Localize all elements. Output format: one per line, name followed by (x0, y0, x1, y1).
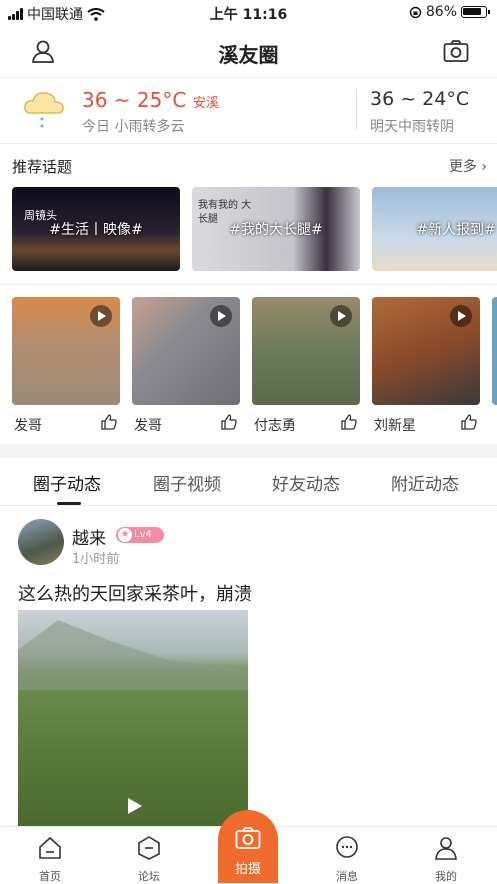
status-bar: 中国联通 上午 11:16 86% (0, 0, 497, 26)
tab-home[interactable]: 首页 (20, 833, 80, 884)
video-thumbnail[interactable] (132, 297, 240, 405)
weather-divider (356, 90, 357, 130)
play-icon[interactable] (450, 305, 472, 327)
tab-messages[interactable]: 消息 (317, 833, 377, 884)
thumbs-up-icon[interactable] (340, 413, 358, 431)
tab-nearby-updates[interactable]: 附近动态 (391, 470, 459, 495)
play-icon[interactable] (330, 305, 352, 327)
video-author: 发哥 (14, 418, 42, 434)
video-thumbnail[interactable] (372, 297, 480, 405)
section-divider (0, 444, 497, 458)
topic-label: #生活丨映像# (49, 222, 143, 238)
topic-card[interactable]: 我有我的 大长腿 #我的大长腿# (192, 187, 360, 271)
topic-card[interactable]: 周镜头 #生活丨映像# (12, 187, 180, 271)
tab-forum[interactable]: 论坛 (119, 833, 179, 884)
video-author: 刘新星 (374, 418, 416, 434)
avatar[interactable] (18, 519, 64, 565)
topic-label: #我的大长腿# (229, 222, 323, 238)
tomorrow-temperature: 36 ~ 24°C (370, 88, 470, 110)
play-icon[interactable] (210, 305, 232, 327)
tab-friend-updates[interactable]: 好友动态 (272, 470, 340, 495)
tab-mine[interactable]: 我的 (416, 833, 476, 884)
video-card[interactable] (492, 297, 497, 405)
camera-icon (235, 827, 261, 849)
more-label: 更多 (448, 159, 477, 175)
post-text: 这么热的天回家采茶叶，崩溃 (18, 584, 252, 605)
short-video-strip[interactable]: 发哥 发哥 付志勇 刘新星 (0, 284, 497, 444)
tab-messages-label: 消息 (336, 870, 358, 883)
video-card[interactable]: 发哥 (12, 297, 120, 434)
video-author: 发哥 (134, 418, 162, 434)
today-forecast: 今日 小雨转多云 (82, 119, 185, 135)
thumbs-up-icon[interactable] (460, 413, 478, 431)
star-icon: ★ (118, 528, 132, 542)
tab-forum-label: 论坛 (138, 870, 160, 883)
camera-icon[interactable] (443, 39, 469, 63)
topic-carousel[interactable]: 周镜头 #生活丨映像# 我有我的 大长腿 #我的大长腿# #新人报到# (12, 187, 497, 271)
top-nav: 溪友圈 (0, 26, 497, 78)
recommended-topics-header: 推荐话题 更多 › (0, 152, 497, 178)
rain-cloud-icon (24, 92, 64, 128)
shoot-button[interactable]: 拍摄 (218, 810, 278, 883)
tab-mine-label: 我的 (435, 870, 457, 883)
level-badge: ★ Lv4 (116, 527, 164, 543)
topic-label: #新人报到# (416, 222, 496, 238)
post-time: 1小时前 (72, 552, 120, 567)
today-temperature: 36 ~ 25°C (82, 88, 187, 112)
video-thumbnail[interactable] (12, 297, 120, 405)
chevron-right-icon: › (481, 159, 487, 175)
weather-panel[interactable]: 36 ~ 25°C 安溪 今日 小雨转多云 36 ~ 24°C 明天中雨转阴 (0, 78, 497, 144)
tab-circle-updates[interactable]: 圈子动态 (33, 470, 101, 495)
play-icon[interactable] (90, 305, 112, 327)
battery-percent: 86% (425, 4, 457, 20)
video-card[interactable]: 刘新星 (372, 297, 480, 434)
feed-post[interactable]: 越来 ★ Lv4 1小时前 这么热的天回家采茶叶，崩溃 (0, 506, 497, 826)
battery-icon (461, 6, 490, 18)
person-icon (435, 837, 457, 860)
video-author: 付志勇 (254, 418, 296, 434)
video-card[interactable]: 发哥 (132, 297, 240, 434)
page-title: 溪友圈 (218, 43, 279, 67)
active-tab-indicator (57, 502, 81, 505)
shoot-label: 拍摄 (234, 862, 261, 877)
tea-field-image (18, 620, 248, 814)
level-label: Lv4 (134, 529, 152, 540)
section-title: 推荐话题 (12, 158, 73, 176)
topic-card[interactable]: #新人报到# (372, 187, 497, 271)
video-thumbnail[interactable] (252, 297, 360, 405)
video-card[interactable]: 付志勇 (252, 297, 360, 434)
tomorrow-forecast: 明天中雨转阴 (370, 119, 454, 135)
thumbs-up-icon[interactable] (100, 413, 118, 431)
home-icon (39, 836, 61, 859)
post-video-thumbnail[interactable] (18, 610, 248, 826)
tab-circle-videos[interactable]: 圈子视频 (153, 470, 221, 495)
tab-home-label: 首页 (39, 870, 61, 883)
chat-bubble-icon (336, 836, 358, 858)
orientation-lock-icon (409, 6, 422, 18)
forum-icon (138, 836, 160, 860)
more-link[interactable]: 更多 › (449, 156, 487, 176)
feed-tabs: 圈子动态 圈子视频 好友动态 附近动态 (0, 458, 497, 506)
thumbs-up-icon[interactable] (220, 413, 238, 431)
video-thumbnail[interactable] (492, 297, 497, 405)
post-username[interactable]: 越来 (72, 524, 106, 549)
city-label: 安溪 (193, 96, 220, 111)
